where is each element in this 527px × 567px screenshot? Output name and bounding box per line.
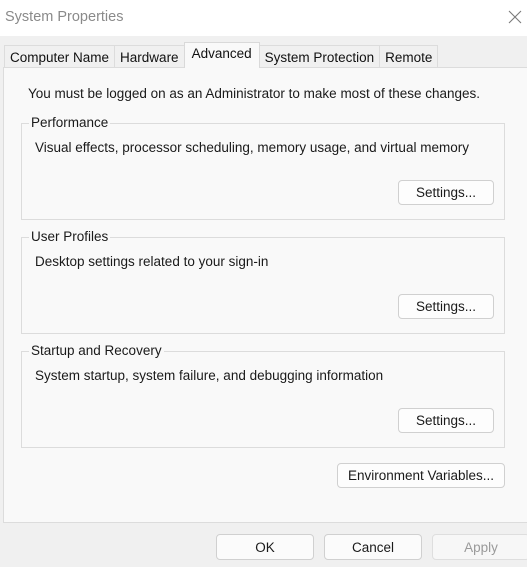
title-bar: System Properties <box>0 0 527 36</box>
performance-settings-button[interactable]: Settings... <box>398 180 494 205</box>
window-title: System Properties <box>5 9 124 25</box>
performance-label: Performance <box>29 115 111 130</box>
performance-description: Visual effects, processor scheduling, me… <box>35 140 469 155</box>
startup-recovery-group: Startup and Recovery System startup, sys… <box>21 343 505 448</box>
tab-system-protection[interactable]: System Protection <box>258 45 381 68</box>
user-profiles-group: User Profiles Desktop settings related t… <box>21 229 505 334</box>
admin-notice: You must be logged on as an Administrato… <box>28 86 481 101</box>
user-profiles-description: Desktop settings related to your sign-in <box>35 254 269 269</box>
ok-button[interactable]: OK <box>216 534 314 560</box>
tab-advanced[interactable]: Advanced <box>183 42 260 68</box>
cancel-button[interactable]: Cancel <box>324 534 422 560</box>
startup-recovery-settings-button[interactable]: Settings... <box>398 408 494 433</box>
tab-hardware[interactable]: Hardware <box>114 45 185 68</box>
performance-group: Performance Visual effects, processor sc… <box>21 115 505 220</box>
close-icon[interactable] <box>507 9 523 25</box>
user-profiles-label: User Profiles <box>29 229 111 244</box>
apply-button[interactable]: Apply <box>432 534 527 560</box>
environment-variables-button[interactable]: Environment Variables... <box>337 463 505 488</box>
startup-recovery-description: System startup, system failure, and debu… <box>35 368 384 383</box>
user-profiles-settings-button[interactable]: Settings... <box>398 294 494 319</box>
tab-strip: Computer Name Hardware Advanced System P… <box>4 42 439 68</box>
advanced-panel: You must be logged on as an Administrato… <box>3 67 527 523</box>
tab-computer-name[interactable]: Computer Name <box>4 45 116 68</box>
startup-recovery-label: Startup and Recovery <box>29 343 164 358</box>
tab-remote[interactable]: Remote <box>379 45 439 68</box>
